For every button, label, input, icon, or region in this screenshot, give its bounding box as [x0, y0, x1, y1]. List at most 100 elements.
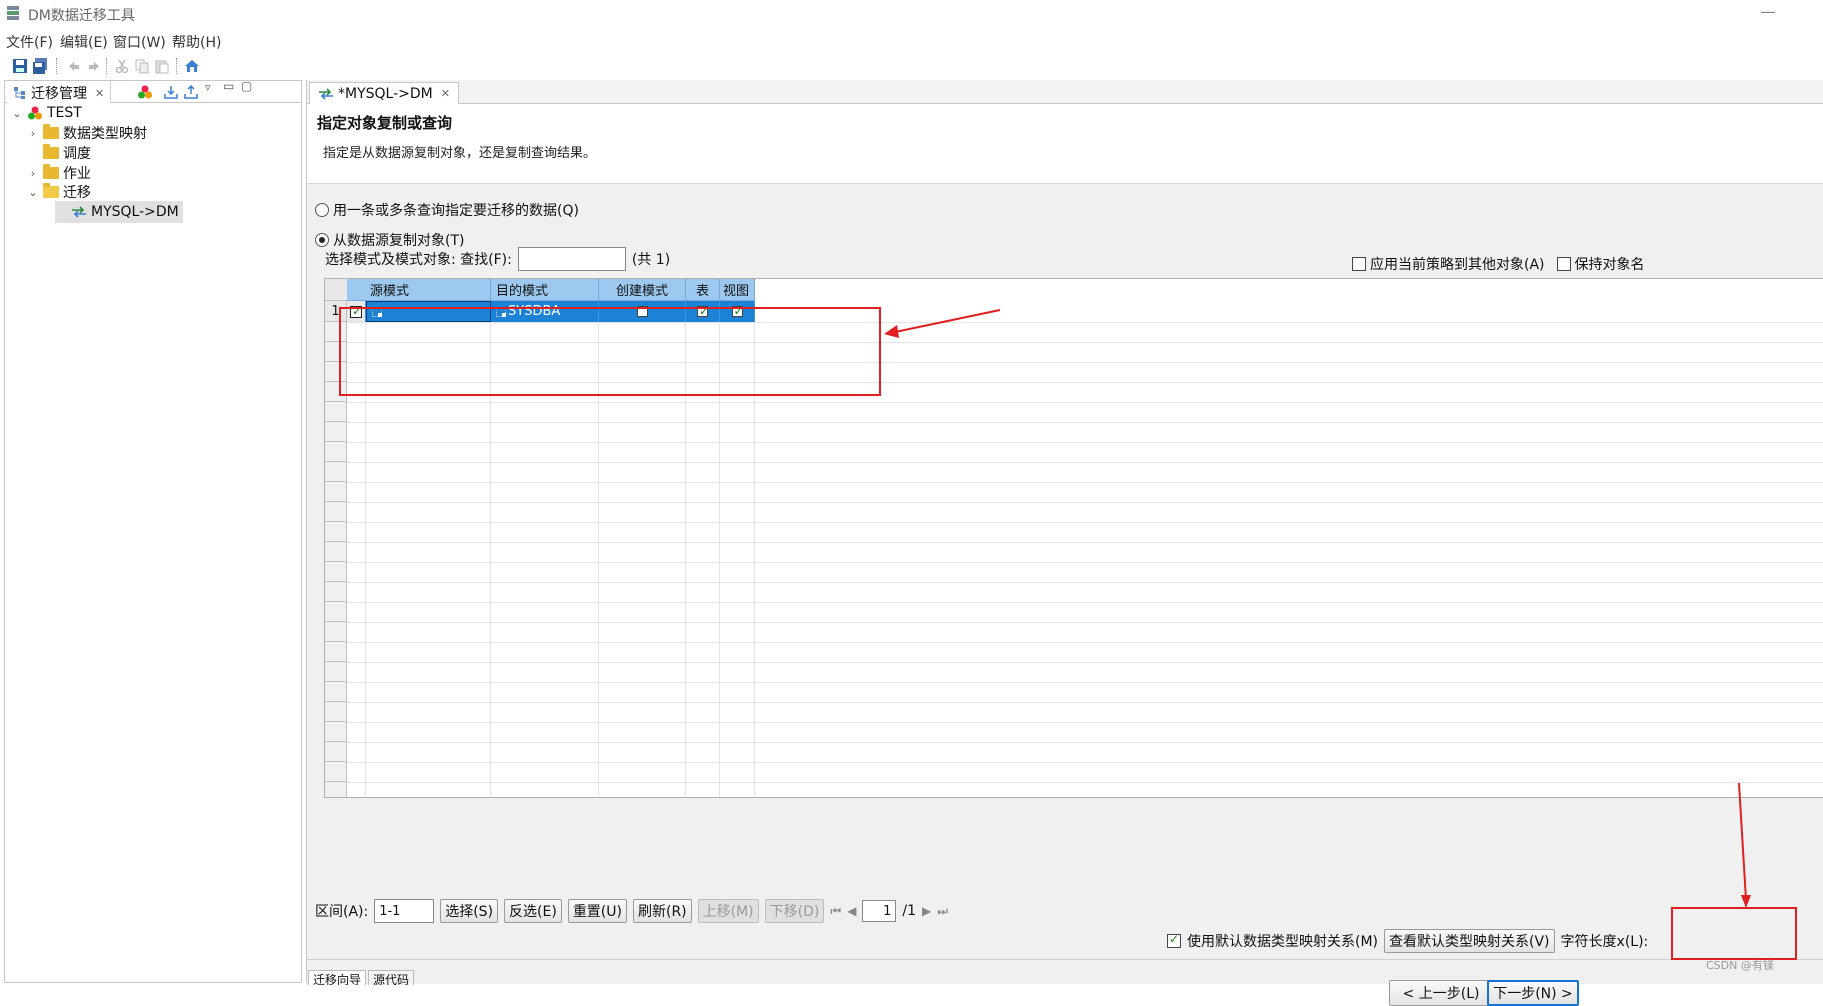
view-default-mapping-button[interactable]: 查看默认类型映射关系(V)	[1384, 929, 1555, 953]
tab-migration-management[interactable]: 迁移管理 ✕	[7, 81, 112, 103]
use-default-mapping-label: 使用默认数据类型映射关系(M)	[1187, 934, 1379, 950]
save-icon[interactable]	[12, 58, 28, 74]
tree-label: 调度	[63, 146, 91, 162]
tree-node-mysql-dm[interactable]: MYSQL->DM	[55, 201, 183, 223]
grid-row-line	[325, 722, 1823, 723]
next-page-icon[interactable]: ▶	[922, 904, 931, 918]
row-header-cell	[325, 762, 347, 782]
export-icon[interactable]	[183, 84, 199, 100]
home-icon[interactable]	[184, 58, 200, 74]
use-default-mapping-checkbox[interactable]	[1167, 932, 1181, 948]
row-header-cell	[325, 742, 347, 762]
tree-label: 作业	[63, 166, 91, 182]
header-view[interactable]: 视图	[720, 279, 755, 301]
view-menu-icon[interactable]: ▿	[205, 81, 211, 94]
move-up-button[interactable]: 上移(M)	[697, 899, 759, 923]
divider	[307, 959, 1823, 960]
menu-help[interactable]: 帮助(H)	[172, 32, 221, 52]
apply-policy-checkbox[interactable]	[1352, 257, 1366, 271]
close-icon[interactable]: ✕	[441, 87, 450, 100]
row-header-cell	[325, 502, 347, 522]
prev-page-icon[interactable]: ◀	[847, 904, 856, 918]
row-header-cell	[325, 482, 347, 502]
apply-policy-option[interactable]: 应用当前策略到其他对象(A) 保持对象名	[1352, 254, 1645, 274]
maximize-panel-icon[interactable]: ▢	[241, 79, 252, 93]
grid-row-line	[325, 602, 1823, 603]
folder-icon	[43, 164, 59, 179]
invert-button[interactable]: 反选(E)	[504, 899, 562, 923]
expand-icon[interactable]: ›	[27, 167, 39, 180]
header-source-schema[interactable]: 源模式	[365, 279, 491, 301]
copy-icon[interactable]	[134, 58, 150, 74]
grid-row-line	[325, 402, 1823, 403]
expand-icon[interactable]: ⌄	[27, 186, 39, 199]
header-table[interactable]: 表	[686, 279, 720, 301]
row-header-cell	[325, 642, 347, 662]
search-input[interactable]	[517, 247, 626, 271]
option-query[interactable]: 用一条或多条查询指定要迁移的数据(Q)	[315, 200, 579, 220]
first-page-icon[interactable]: ⏮	[830, 904, 841, 919]
tab-label: 迁移管理	[31, 86, 87, 102]
tree-node-test[interactable]: ⌄ TEST	[11, 102, 81, 124]
expand-icon[interactable]: ›	[27, 127, 39, 140]
tab-mysql-dm[interactable]: *MYSQL->DM ✕	[309, 82, 459, 104]
char-length-label: 字符长度x(L):	[1560, 934, 1649, 950]
grid-row-line	[325, 762, 1823, 763]
redo-icon[interactable]	[86, 58, 102, 74]
next-button[interactable]: 下一步(N) >	[1487, 980, 1579, 1006]
grid-row-line	[325, 702, 1823, 703]
grid-row-line	[325, 462, 1823, 463]
filter-row: 选择模式及模式对象: 查找(F): (共 1)	[325, 247, 670, 271]
connection-icon	[28, 106, 42, 120]
import-icon[interactable]	[163, 84, 179, 100]
select-button[interactable]: 选择(S)	[440, 899, 499, 923]
undo-icon[interactable]	[66, 58, 82, 74]
header-create-schema[interactable]: 创建模式	[599, 279, 686, 301]
reset-button[interactable]: 重置(U)	[567, 899, 627, 923]
page-input[interactable]: 1	[862, 900, 897, 922]
menu-file[interactable]: 文件(F)	[6, 32, 53, 52]
connect-icon[interactable]	[137, 84, 153, 100]
close-icon[interactable]: ✕	[95, 87, 104, 100]
mapping-row: 使用默认数据类型映射关系(M) 查看默认类型映射关系(V) 字符长度x(L):	[1167, 929, 1648, 953]
grid-row-line	[325, 682, 1823, 683]
prev-button[interactable]: < 上一步(L)	[1389, 980, 1493, 1006]
grid-row-line	[325, 622, 1823, 623]
menu-window[interactable]: 窗口(W)	[113, 32, 166, 52]
move-down-button[interactable]: 下移(D)	[764, 899, 825, 923]
menu-bar: 文件(F) 编辑(E) 窗口(W) 帮助(H)	[0, 28, 1823, 52]
minimize-panel-icon[interactable]: ▭	[223, 79, 234, 93]
grid-row-line	[325, 562, 1823, 563]
row-header-cell	[325, 442, 347, 462]
menu-edit[interactable]: 编辑(E)	[60, 32, 108, 52]
radio-copy-objects[interactable]	[315, 233, 329, 247]
save-all-icon[interactable]	[32, 58, 48, 74]
migration-management-panel: 迁移管理 ✕ ▿ ▭ ▢ ⌄ TEST › 数据类型映射 调度 › 作业 ⌄ 迁…	[4, 79, 302, 983]
tree-label: 迁移	[63, 185, 91, 201]
highlight-box-next	[1671, 907, 1797, 960]
tree-node-type-mapping[interactable]: › 数据类型映射	[27, 122, 147, 144]
row-header-cell	[325, 682, 347, 702]
row-header-cell	[325, 662, 347, 682]
tree-node-migration[interactable]: ⌄ 迁移	[27, 181, 91, 203]
radio-query[interactable]	[315, 203, 329, 217]
row-header-cell	[325, 582, 347, 602]
range-input[interactable]: 1-1	[374, 899, 435, 923]
option-query-label: 用一条或多条查询指定要迁移的数据(Q)	[333, 203, 579, 219]
row-header-cell	[325, 542, 347, 562]
cut-icon[interactable]	[114, 58, 130, 74]
expand-icon[interactable]: ⌄	[11, 107, 23, 120]
last-page-icon[interactable]: ⏭	[937, 904, 948, 919]
watermark: CSDN @有镁	[1706, 959, 1774, 972]
refresh-button[interactable]: 刷新(R)	[632, 899, 692, 923]
minimize-button[interactable]: —	[1760, 2, 1776, 21]
tree-node-schedule[interactable]: 调度	[27, 142, 91, 164]
keep-name-checkbox[interactable]	[1556, 257, 1571, 271]
toolbar-separator	[56, 58, 57, 74]
paste-icon[interactable]	[154, 58, 170, 74]
header-target-schema[interactable]: 目的模式	[491, 279, 599, 301]
row-header-cell	[325, 422, 347, 442]
tab-label: *MYSQL->DM	[338, 85, 433, 102]
wizard-header: 指定对象复制或查询 指定是从数据源复制对象，还是复制查询结果。	[307, 104, 1823, 184]
row-header-cell	[325, 722, 347, 742]
